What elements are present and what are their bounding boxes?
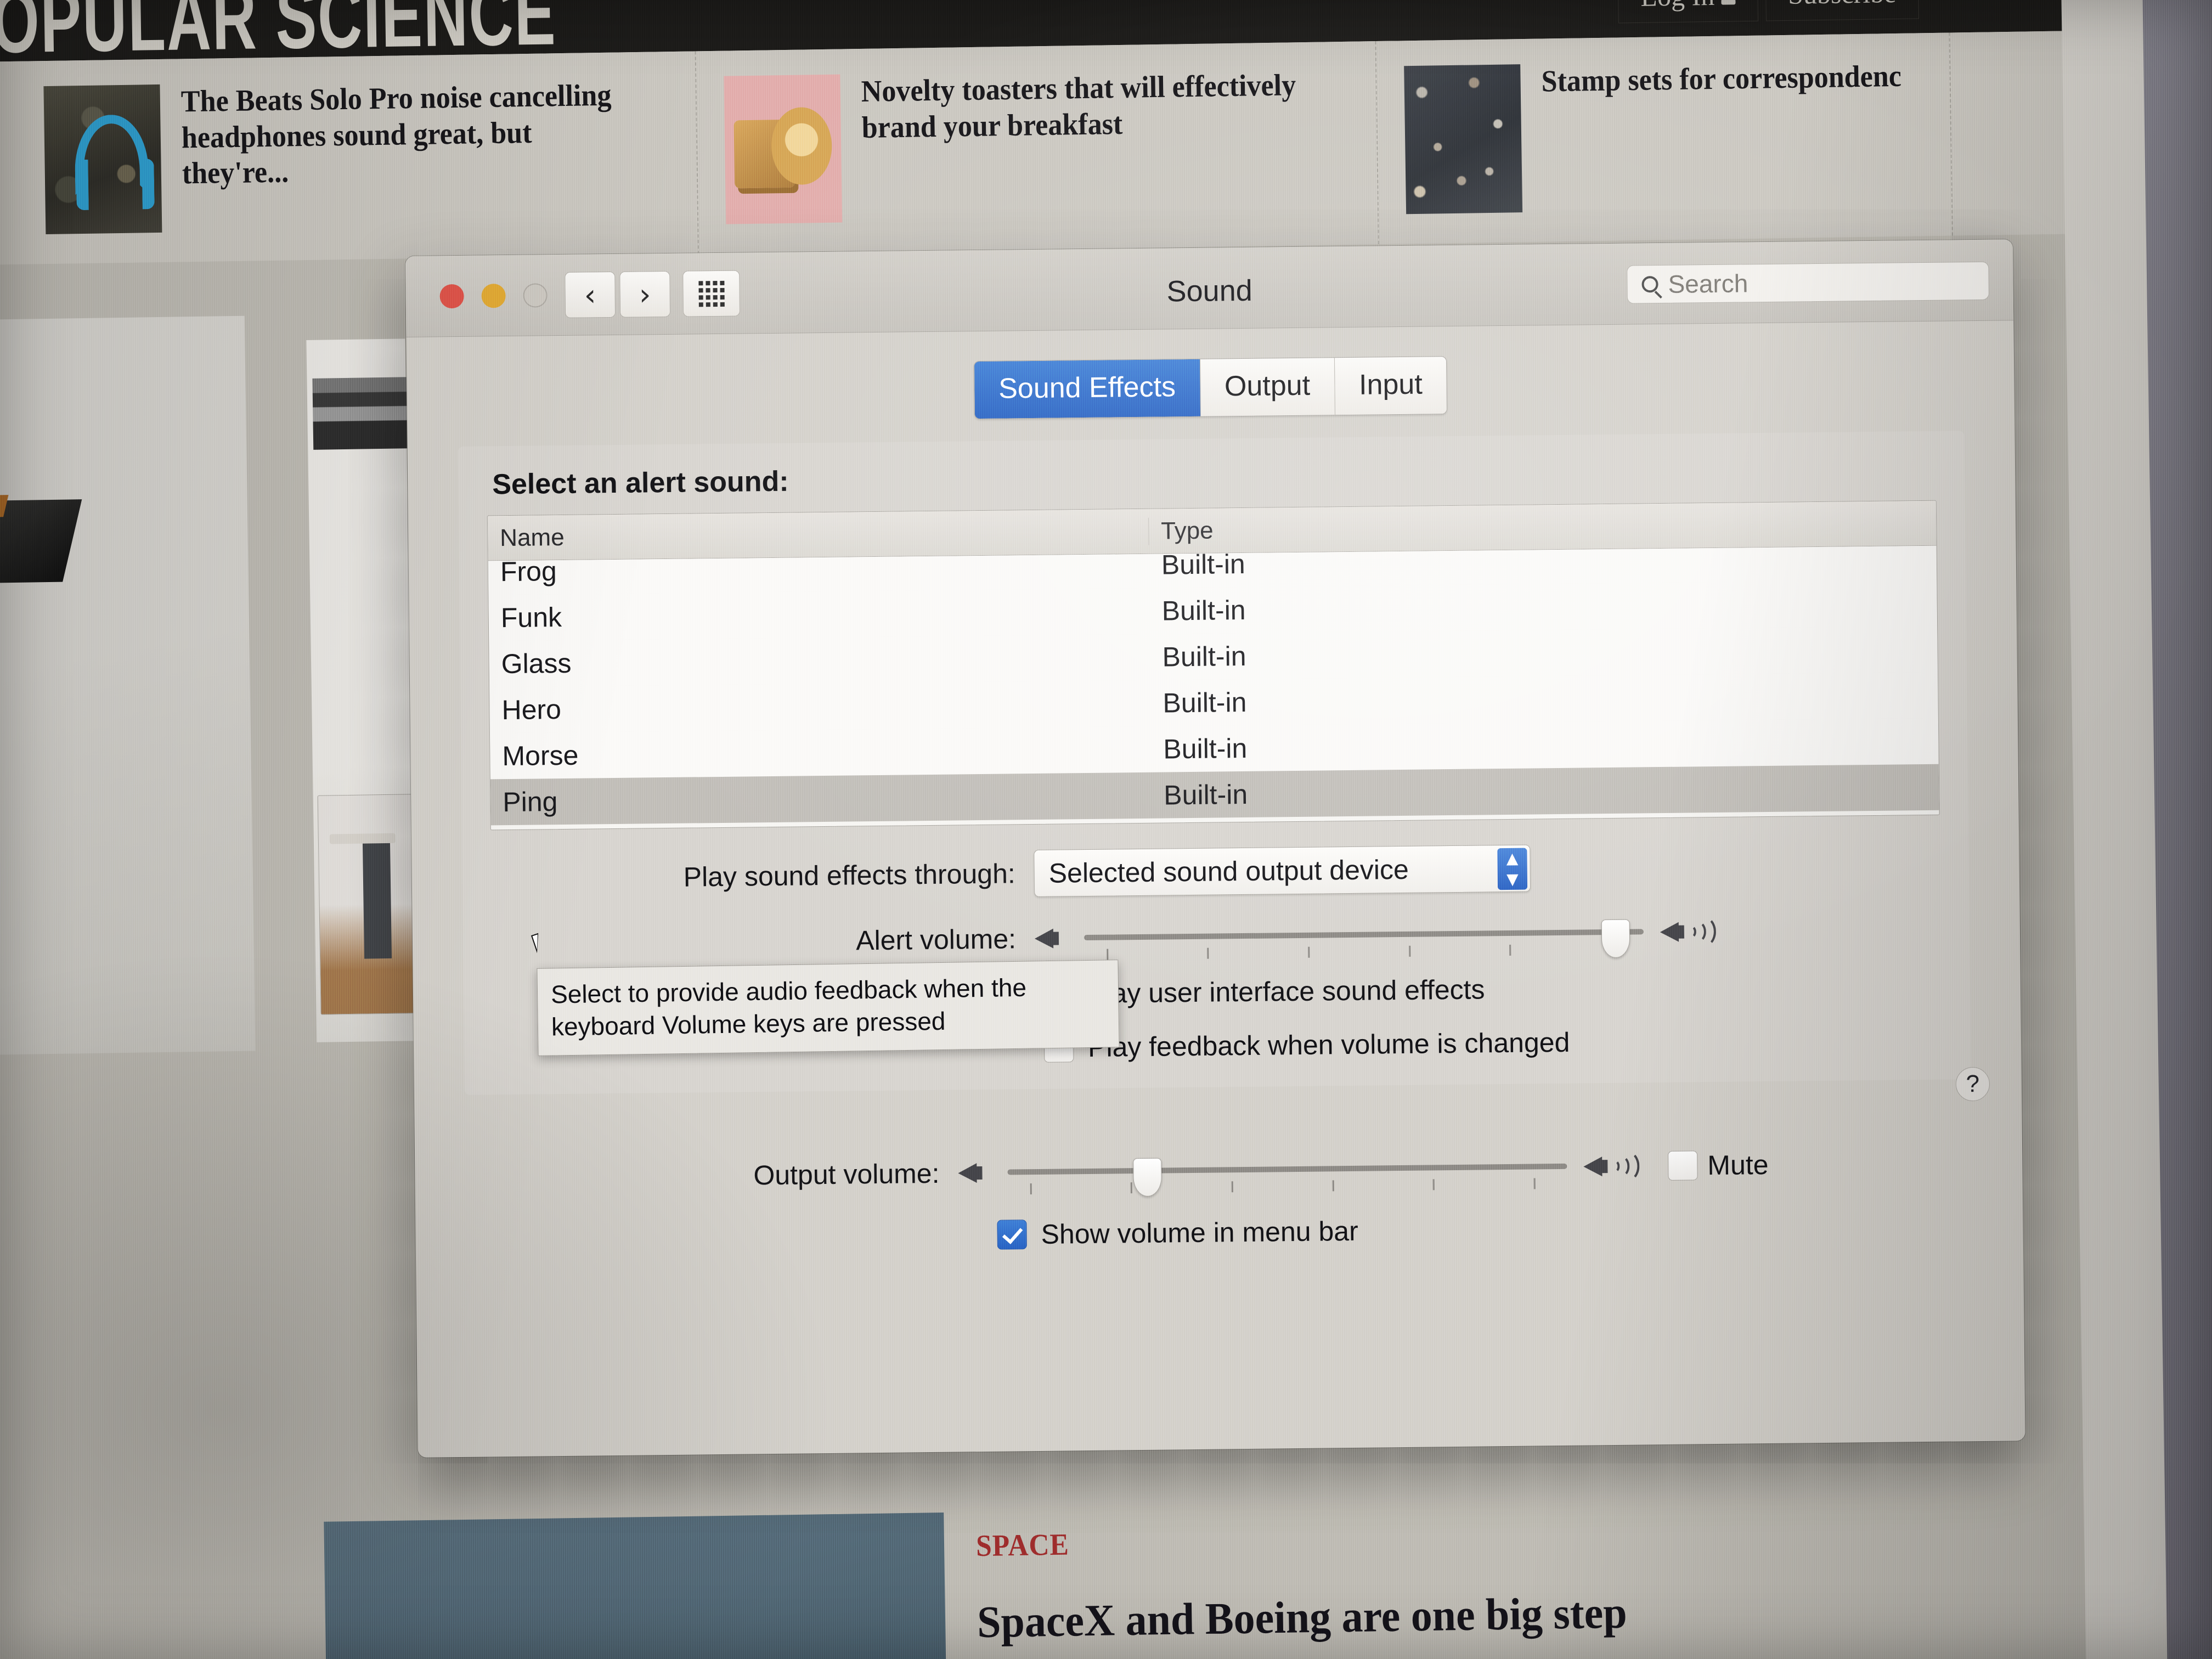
tooltip: Select to provide audio feedback when th… [537, 960, 1120, 1056]
checkbox-label: Play user interface sound effects [1087, 974, 1485, 1009]
segmented-control: Sound Effects Output Input [973, 356, 1448, 420]
article-photo [306, 338, 418, 1042]
photo-detail [317, 794, 417, 1015]
article-title: The Beats Solo Pro noise cancelling head… [180, 78, 612, 191]
speaker-loud-icon [1583, 1148, 1650, 1184]
section-kicker: SPACE [975, 1527, 1070, 1564]
space-article[interactable]: SPACE SpaceX and Boeing are one big step [976, 1514, 1965, 1648]
cell-name: Morse [502, 740, 579, 772]
cell-type: Built-in [1163, 732, 1248, 765]
play-through-value: Selected sound output device [1048, 854, 1409, 889]
cell-name: Ping [503, 786, 558, 818]
tab-input[interactable]: Input [1334, 357, 1447, 415]
tab-sound-effects[interactable]: Sound Effects [974, 359, 1200, 419]
checkbox-row-ui-sounds[interactable]: Play user interface sound effects [1043, 969, 1942, 1010]
tab-output[interactable]: Output [1199, 358, 1335, 416]
slider-ticks [1084, 943, 1644, 961]
article-headline: SpaceX and Boeing are one big step [977, 1587, 1628, 1647]
speaker-loud-icon [1660, 914, 1726, 950]
alert-sound-table[interactable]: Name Type Frog Built-in Funk Built-in Gl… [487, 500, 1940, 831]
question-mark-icon: ? [1966, 1070, 1980, 1098]
select-alert-sound-label: Select an alert sound: [492, 465, 789, 501]
alert-volume-slider[interactable] [1084, 915, 1644, 960]
slider-track [1007, 1163, 1567, 1175]
column-header-type[interactable]: Type [1149, 509, 1936, 545]
photo-of-screen: POPULAR SCIENCE Log In Subscribe The Bea… [0, 0, 2212, 1659]
cell-name: Hero [501, 694, 562, 726]
help-button[interactable]: ? [1955, 1066, 1990, 1102]
slider-thumb[interactable] [1133, 1158, 1162, 1197]
computer-screen: POPULAR SCIENCE Log In Subscribe The Bea… [0, 0, 2212, 1659]
sound-preferences-window: ‹ › Sound Search Sound Effects Output In… [405, 239, 2025, 1458]
speaker-quiet-icon [958, 1155, 991, 1191]
checkbox-show-volume-menu-bar[interactable] [997, 1220, 1027, 1250]
play-through-dropdown[interactable]: Selected sound output device ▲ ▼ [1034, 844, 1531, 898]
output-volume-label: Output volume: [753, 1158, 940, 1191]
chevron-updown-icon[interactable]: ▲ ▼ [1497, 848, 1528, 890]
slider-thumb[interactable] [1601, 919, 1630, 958]
cell-name: Glass [501, 647, 572, 680]
speaker-quiet-icon [1034, 921, 1068, 956]
article-photo [0, 315, 256, 1055]
log-in-label: Log In [1640, 0, 1715, 13]
play-through-label: Play sound effects through: [683, 858, 1016, 893]
alert-volume-label: Alert volume: [855, 923, 1017, 956]
slider-ticks [1008, 1178, 1567, 1196]
mute-label: Mute [1707, 1149, 1769, 1181]
photo-detail [312, 377, 418, 450]
article-card[interactable]: Novelty toasters that will effectively b… [696, 41, 1379, 255]
play-through-row: Play sound effects through: Selected sou… [490, 840, 1940, 903]
slider-track [1084, 929, 1644, 941]
column-header-name[interactable]: Name [488, 517, 1149, 552]
cell-type: Built-in [1161, 594, 1246, 627]
desktop-edge [2142, 0, 2212, 1659]
article-card-strip: The Beats Solo Pro noise cancelling head… [0, 31, 2065, 266]
toast-thumbnail-icon [724, 74, 843, 224]
checkbox-label: Show volume in menu bar [1041, 1215, 1358, 1250]
article-title: Novelty toasters that will effectively b… [861, 68, 1296, 145]
search-field[interactable]: Search [1627, 261, 1989, 304]
checkbox-row-show-volume[interactable]: Show volume in menu bar [997, 1208, 2023, 1251]
article-card[interactable]: Stamp sets for correspondenc [1376, 32, 1953, 244]
person-icon [1721, 0, 1736, 5]
cell-type: Built-in [1163, 778, 1248, 811]
log-in-button[interactable]: Log In [1617, 0, 1758, 24]
article-photo [324, 1513, 950, 1659]
output-volume-slider[interactable] [1007, 1149, 1567, 1197]
output-volume-row: Output volume: Mute [415, 1144, 2023, 1197]
article-card[interactable]: The Beats Solo Pro noise cancelling head… [0, 51, 699, 266]
headphones-thumbnail-icon [43, 84, 162, 235]
subscribe-label: Subscribe [1788, 0, 1897, 10]
article-title: Stamp sets for correspondenc [1541, 59, 1902, 99]
search-icon [1641, 276, 1658, 293]
cell-type: Built-in [1163, 686, 1247, 719]
checkbox-label: Play feedback when volume is changed [1087, 1026, 1570, 1063]
site-logo: POPULAR SCIENCE [0, 0, 557, 63]
checkbox-row-volume-feedback[interactable]: Play feedback when volume is changed [1043, 1023, 1943, 1064]
site-header-actions: Log In Subscribe [1617, 0, 1919, 24]
window-content: Sound Effects Output Input Select an ale… [406, 320, 2023, 1257]
subscribe-button[interactable]: Subscribe [1765, 0, 1919, 21]
cell-type: Built-in [1162, 640, 1246, 673]
table-body[interactable]: Frog Built-in Funk Built-in Glass Built-… [488, 545, 1939, 830]
tab-bar: Sound Effects Output Input [407, 350, 2015, 425]
stamps-thumbnail-icon [1404, 64, 1523, 215]
search-placeholder: Search [1668, 269, 1748, 298]
alert-volume-row: Alert volume: [492, 912, 1942, 962]
cell-name: Funk [500, 602, 562, 634]
checkbox-mute[interactable] [1668, 1150, 1698, 1181]
